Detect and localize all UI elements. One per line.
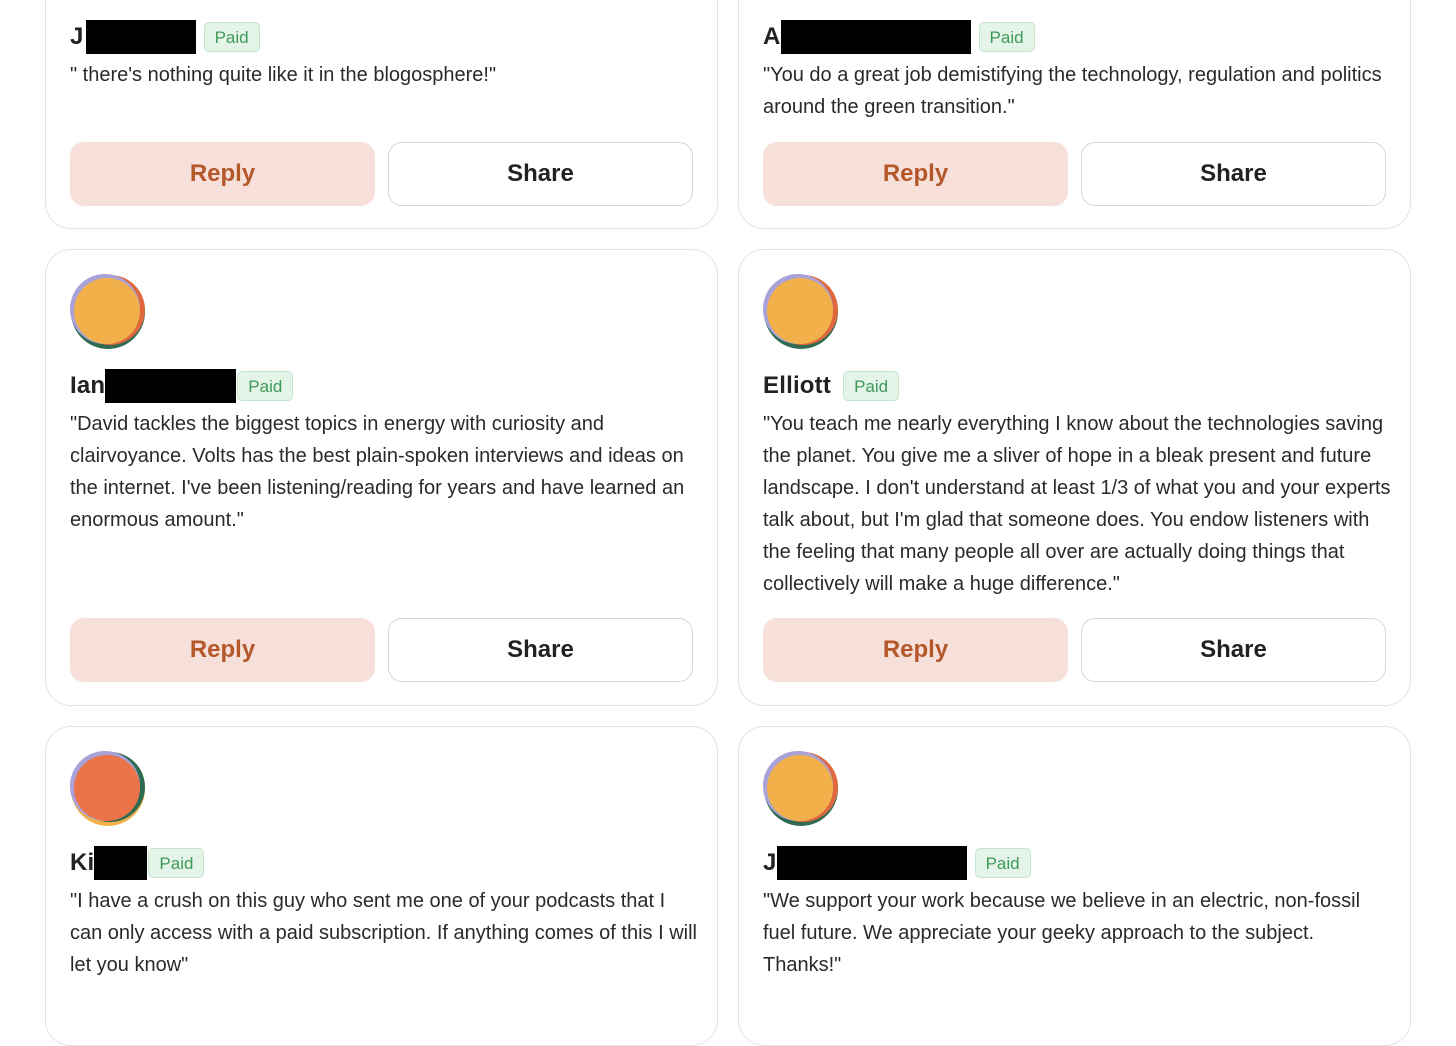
share-button[interactable]: Share [1081,618,1386,682]
redaction-bar [94,846,148,880]
redaction-bar [85,20,196,54]
paid-badge: Paid [978,22,1035,52]
reply-button[interactable]: Reply [70,142,375,206]
paid-badge: Paid [974,848,1031,878]
comment-card: Ian Paid "David tackles the biggest topi… [45,249,718,706]
share-button[interactable]: Share [1081,142,1386,206]
share-button[interactable]: Share [388,618,693,682]
paid-badge: Paid [843,371,900,401]
comment-card: J Paid "We support your work because we … [738,726,1411,1046]
avatar[interactable] [70,751,146,827]
avatar[interactable] [763,751,839,827]
paid-badge: Paid [237,371,294,401]
commenter-name[interactable]: J [70,21,84,53]
commenter-name[interactable]: A [763,21,781,53]
commenter-name[interactable]: Ian [70,370,105,402]
redaction-bar [780,20,971,54]
commenter-name-row: J Paid [70,20,260,54]
comment-text: "David tackles the biggest topics in ene… [70,413,685,531]
avatar-yellow-icon [70,274,145,349]
avatar-yellow-icon [763,751,838,826]
comment-card: Elliott Paid "You teach me nearly everyt… [738,249,1411,706]
commenter-name-row: J Paid [763,846,1031,880]
avatar[interactable] [763,274,839,350]
redaction-bar [105,369,237,403]
commenter-name[interactable]: Ki [70,847,94,879]
share-button[interactable]: Share [388,142,693,206]
comment-text: "You teach me nearly everything I know a… [763,413,1391,595]
comment-text: " there's nothing quite like it in the b… [70,64,497,86]
commenter-name-row: Ki Paid [70,846,205,880]
reply-button[interactable]: Reply [763,142,1068,206]
comment-card: A Paid "You do a great job demistifying … [738,0,1411,229]
avatar[interactable] [70,274,146,350]
reply-button[interactable]: Reply [70,618,375,682]
comment-card: Ki Paid "I have a crush on this guy who … [45,726,718,1046]
commenter-name-row: Elliott Paid [763,369,900,403]
comment-text: "I have a crush on this guy who sent me … [70,890,697,976]
redaction-bar [776,846,967,880]
avatar-yellow-icon [763,274,838,349]
comment-text: "You do a great job demistifying the tec… [763,64,1382,118]
commenter-name-row: Ian Paid [70,369,294,403]
reply-button[interactable]: Reply [763,618,1068,682]
avatar-orange-icon [70,751,145,826]
paid-badge: Paid [203,22,260,52]
commenter-name[interactable]: Elliott [763,370,831,402]
paid-badge: Paid [148,848,205,878]
comment-text: "We support your work because we believe… [763,890,1361,976]
comment-card: J Paid " there's nothing quite like it i… [45,0,718,229]
commenter-name-row: A Paid [763,20,1035,54]
commenter-name[interactable]: J [763,847,777,879]
